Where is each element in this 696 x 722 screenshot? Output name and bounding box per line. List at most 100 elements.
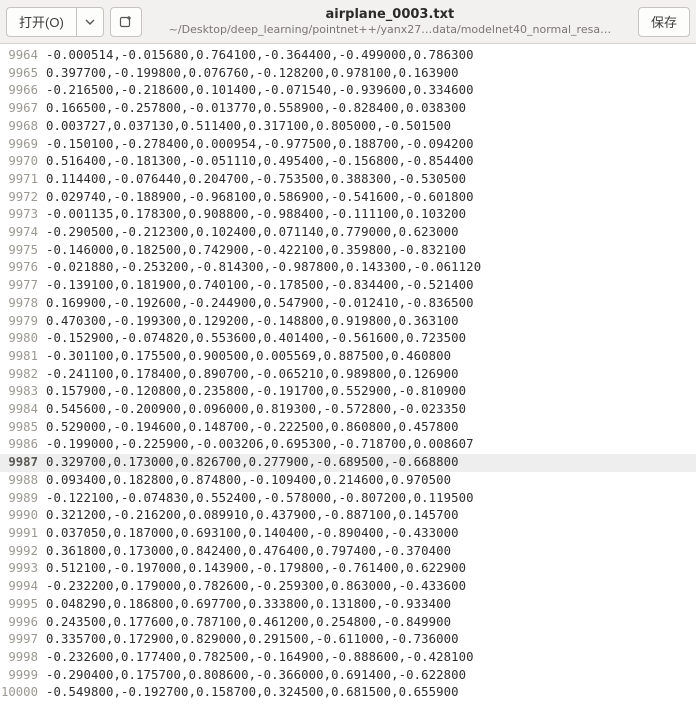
line-number: 9972 bbox=[0, 189, 44, 207]
line-number: 9987 bbox=[0, 454, 44, 472]
line-number: 9993 bbox=[0, 560, 44, 578]
line-content: -0.150100,-0.278400,0.000954,-0.977500,0… bbox=[44, 136, 696, 154]
line-content: -0.241100,0.178400,0.890700,-0.065210,0.… bbox=[44, 366, 696, 384]
line-number: 9977 bbox=[0, 277, 44, 295]
line-number: 9975 bbox=[0, 242, 44, 260]
line-number: 10000 bbox=[0, 684, 44, 702]
text-line[interactable]: 99960.243500,0.177600,0.787100,0.461200,… bbox=[0, 614, 696, 632]
line-content: 0.243500,0.177600,0.787100,0.461200,0.25… bbox=[44, 614, 696, 632]
text-line[interactable]: 99680.003727,0.037130,0.511400,0.317100,… bbox=[0, 118, 696, 136]
line-content: 0.029740,-0.188900,-0.968100,0.586900,-0… bbox=[44, 189, 696, 207]
line-number: 9980 bbox=[0, 330, 44, 348]
text-line[interactable]: 99700.516400,-0.181300,-0.051110,0.49540… bbox=[0, 153, 696, 171]
line-content: -0.001135,0.178300,0.908800,-0.988400,-0… bbox=[44, 206, 696, 224]
line-content: 0.321200,-0.216200,0.089910,0.437900,-0.… bbox=[44, 507, 696, 525]
text-line[interactable]: 9994-0.232200,0.179000,0.782600,-0.25930… bbox=[0, 578, 696, 596]
line-content: 0.003727,0.037130,0.511400,0.317100,0.80… bbox=[44, 118, 696, 136]
text-line[interactable]: 9975-0.146000,0.182500,0.742900,-0.42210… bbox=[0, 242, 696, 260]
line-content: -0.290500,-0.212300,0.102400,0.071140,0.… bbox=[44, 224, 696, 242]
text-line[interactable]: 10000-0.549800,-0.192700,0.158700,0.3245… bbox=[0, 684, 696, 702]
text-line[interactable]: 9973-0.001135,0.178300,0.908800,-0.98840… bbox=[0, 206, 696, 224]
text-line[interactable]: 99670.166500,-0.257800,-0.013770,0.55890… bbox=[0, 100, 696, 118]
line-number: 9973 bbox=[0, 206, 44, 224]
text-line[interactable]: 99880.093400,0.182800,0.874800,-0.109400… bbox=[0, 472, 696, 490]
line-content: 0.516400,-0.181300,-0.051110,0.495400,-0… bbox=[44, 153, 696, 171]
open-button[interactable]: 打开(O) bbox=[6, 7, 76, 37]
line-number: 9991 bbox=[0, 525, 44, 543]
line-content: 0.512100,-0.197000,0.143900,-0.179800,-0… bbox=[44, 560, 696, 578]
text-line[interactable]: 99950.048290,0.186800,0.697700,0.333800,… bbox=[0, 596, 696, 614]
line-number: 9989 bbox=[0, 490, 44, 508]
text-line[interactable]: 99720.029740,-0.188900,-0.968100,0.58690… bbox=[0, 189, 696, 207]
line-content: -0.216500,-0.218600,0.101400,-0.071540,-… bbox=[44, 82, 696, 100]
line-number: 9999 bbox=[0, 667, 44, 685]
line-number: 9995 bbox=[0, 596, 44, 614]
text-line[interactable]: 99830.157900,-0.120800,0.235800,-0.19170… bbox=[0, 383, 696, 401]
line-number: 9997 bbox=[0, 631, 44, 649]
text-line[interactable]: 9966-0.216500,-0.218600,0.101400,-0.0715… bbox=[0, 82, 696, 100]
open-dropdown-button[interactable] bbox=[76, 7, 104, 37]
line-content: -0.152900,-0.074820,0.553600,0.401400,-0… bbox=[44, 330, 696, 348]
line-content: 0.166500,-0.257800,-0.013770,0.558900,-0… bbox=[44, 100, 696, 118]
text-line[interactable]: 99900.321200,-0.216200,0.089910,0.437900… bbox=[0, 507, 696, 525]
text-line[interactable]: 99790.470300,-0.199300,0.129200,-0.14880… bbox=[0, 313, 696, 331]
line-content: -0.549800,-0.192700,0.158700,0.324500,0.… bbox=[44, 684, 696, 702]
line-content: 0.329700,0.173000,0.826700,0.277900,-0.6… bbox=[44, 454, 696, 472]
open-button-group: 打开(O) bbox=[6, 7, 104, 37]
line-number: 9965 bbox=[0, 65, 44, 83]
text-line[interactable]: 99870.329700,0.173000,0.826700,0.277900,… bbox=[0, 454, 696, 472]
new-tab-button[interactable] bbox=[110, 7, 142, 37]
line-content: -0.139100,0.181900,0.740100,-0.178500,-0… bbox=[44, 277, 696, 295]
line-content: -0.146000,0.182500,0.742900,-0.422100,0.… bbox=[44, 242, 696, 260]
text-line[interactable]: 99650.397700,-0.199800,0.076760,-0.12820… bbox=[0, 65, 696, 83]
line-number: 9994 bbox=[0, 578, 44, 596]
line-number: 9988 bbox=[0, 472, 44, 490]
text-line[interactable]: 99840.545600,-0.200900,0.096000,0.819300… bbox=[0, 401, 696, 419]
text-line[interactable]: 99850.529000,-0.194600,0.148700,-0.22250… bbox=[0, 419, 696, 437]
line-number: 9979 bbox=[0, 313, 44, 331]
text-line[interactable]: 99910.037050,0.187000,0.693100,0.140400,… bbox=[0, 525, 696, 543]
text-line[interactable]: 9976-0.021880,-0.253200,-0.814300,-0.987… bbox=[0, 259, 696, 277]
line-number: 9967 bbox=[0, 100, 44, 118]
text-line[interactable]: 9980-0.152900,-0.074820,0.553600,0.40140… bbox=[0, 330, 696, 348]
text-line[interactable]: 99930.512100,-0.197000,0.143900,-0.17980… bbox=[0, 560, 696, 578]
text-line[interactable]: 99780.169900,-0.192600,-0.244900,0.54790… bbox=[0, 295, 696, 313]
line-number: 9984 bbox=[0, 401, 44, 419]
text-line[interactable]: 99970.335700,0.172900,0.829000,0.291500,… bbox=[0, 631, 696, 649]
text-line[interactable]: 9982-0.241100,0.178400,0.890700,-0.06521… bbox=[0, 366, 696, 384]
line-content: 0.470300,-0.199300,0.129200,-0.148800,0.… bbox=[44, 313, 696, 331]
line-content: -0.122100,-0.074830,0.552400,-0.578000,-… bbox=[44, 490, 696, 508]
line-content: 0.335700,0.172900,0.829000,0.291500,-0.6… bbox=[44, 631, 696, 649]
line-content: 0.397700,-0.199800,0.076760,-0.128200,0.… bbox=[44, 65, 696, 83]
line-content: -0.232600,0.177400,0.782500,-0.164900,-0… bbox=[44, 649, 696, 667]
line-number: 9964 bbox=[0, 47, 44, 65]
line-content: 0.169900,-0.192600,-0.244900,0.547900,-0… bbox=[44, 295, 696, 313]
line-number: 9966 bbox=[0, 82, 44, 100]
text-line[interactable]: 99710.114400,-0.076440,0.204700,-0.75350… bbox=[0, 171, 696, 189]
line-content: 0.048290,0.186800,0.697700,0.333800,0.13… bbox=[44, 596, 696, 614]
line-number: 9970 bbox=[0, 153, 44, 171]
line-content: 0.529000,-0.194600,0.148700,-0.222500,0.… bbox=[44, 419, 696, 437]
line-number: 9996 bbox=[0, 614, 44, 632]
text-line[interactable]: 99920.361800,0.173000,0.842400,0.476400,… bbox=[0, 543, 696, 561]
line-number: 9968 bbox=[0, 118, 44, 136]
text-line[interactable]: 9964-0.000514,-0.015680,0.764100,-0.3644… bbox=[0, 47, 696, 65]
line-number: 9982 bbox=[0, 366, 44, 384]
text-line[interactable]: 9969-0.150100,-0.278400,0.000954,-0.9775… bbox=[0, 136, 696, 154]
line-content: 0.093400,0.182800,0.874800,-0.109400,0.2… bbox=[44, 472, 696, 490]
text-line[interactable]: 9981-0.301100,0.175500,0.900500,0.005569… bbox=[0, 348, 696, 366]
chevron-down-icon bbox=[85, 17, 95, 27]
line-number: 9998 bbox=[0, 649, 44, 667]
text-line[interactable]: 9999-0.290400,0.175700,0.808600,-0.36600… bbox=[0, 667, 696, 685]
text-editor-area[interactable]: 9964-0.000514,-0.015680,0.764100,-0.3644… bbox=[0, 44, 696, 722]
line-number: 9992 bbox=[0, 543, 44, 561]
save-button[interactable]: 保存 bbox=[638, 7, 690, 37]
line-content: -0.301100,0.175500,0.900500,0.005569,0.8… bbox=[44, 348, 696, 366]
text-line[interactable]: 9986-0.199000,-0.225900,-0.003206,0.6953… bbox=[0, 436, 696, 454]
line-content: 0.037050,0.187000,0.693100,0.140400,-0.8… bbox=[44, 525, 696, 543]
text-line[interactable]: 9989-0.122100,-0.074830,0.552400,-0.5780… bbox=[0, 490, 696, 508]
text-line[interactable]: 9974-0.290500,-0.212300,0.102400,0.07114… bbox=[0, 224, 696, 242]
text-line[interactable]: 9998-0.232600,0.177400,0.782500,-0.16490… bbox=[0, 649, 696, 667]
text-line[interactable]: 9977-0.139100,0.181900,0.740100,-0.17850… bbox=[0, 277, 696, 295]
line-content: -0.290400,0.175700,0.808600,-0.366000,0.… bbox=[44, 667, 696, 685]
